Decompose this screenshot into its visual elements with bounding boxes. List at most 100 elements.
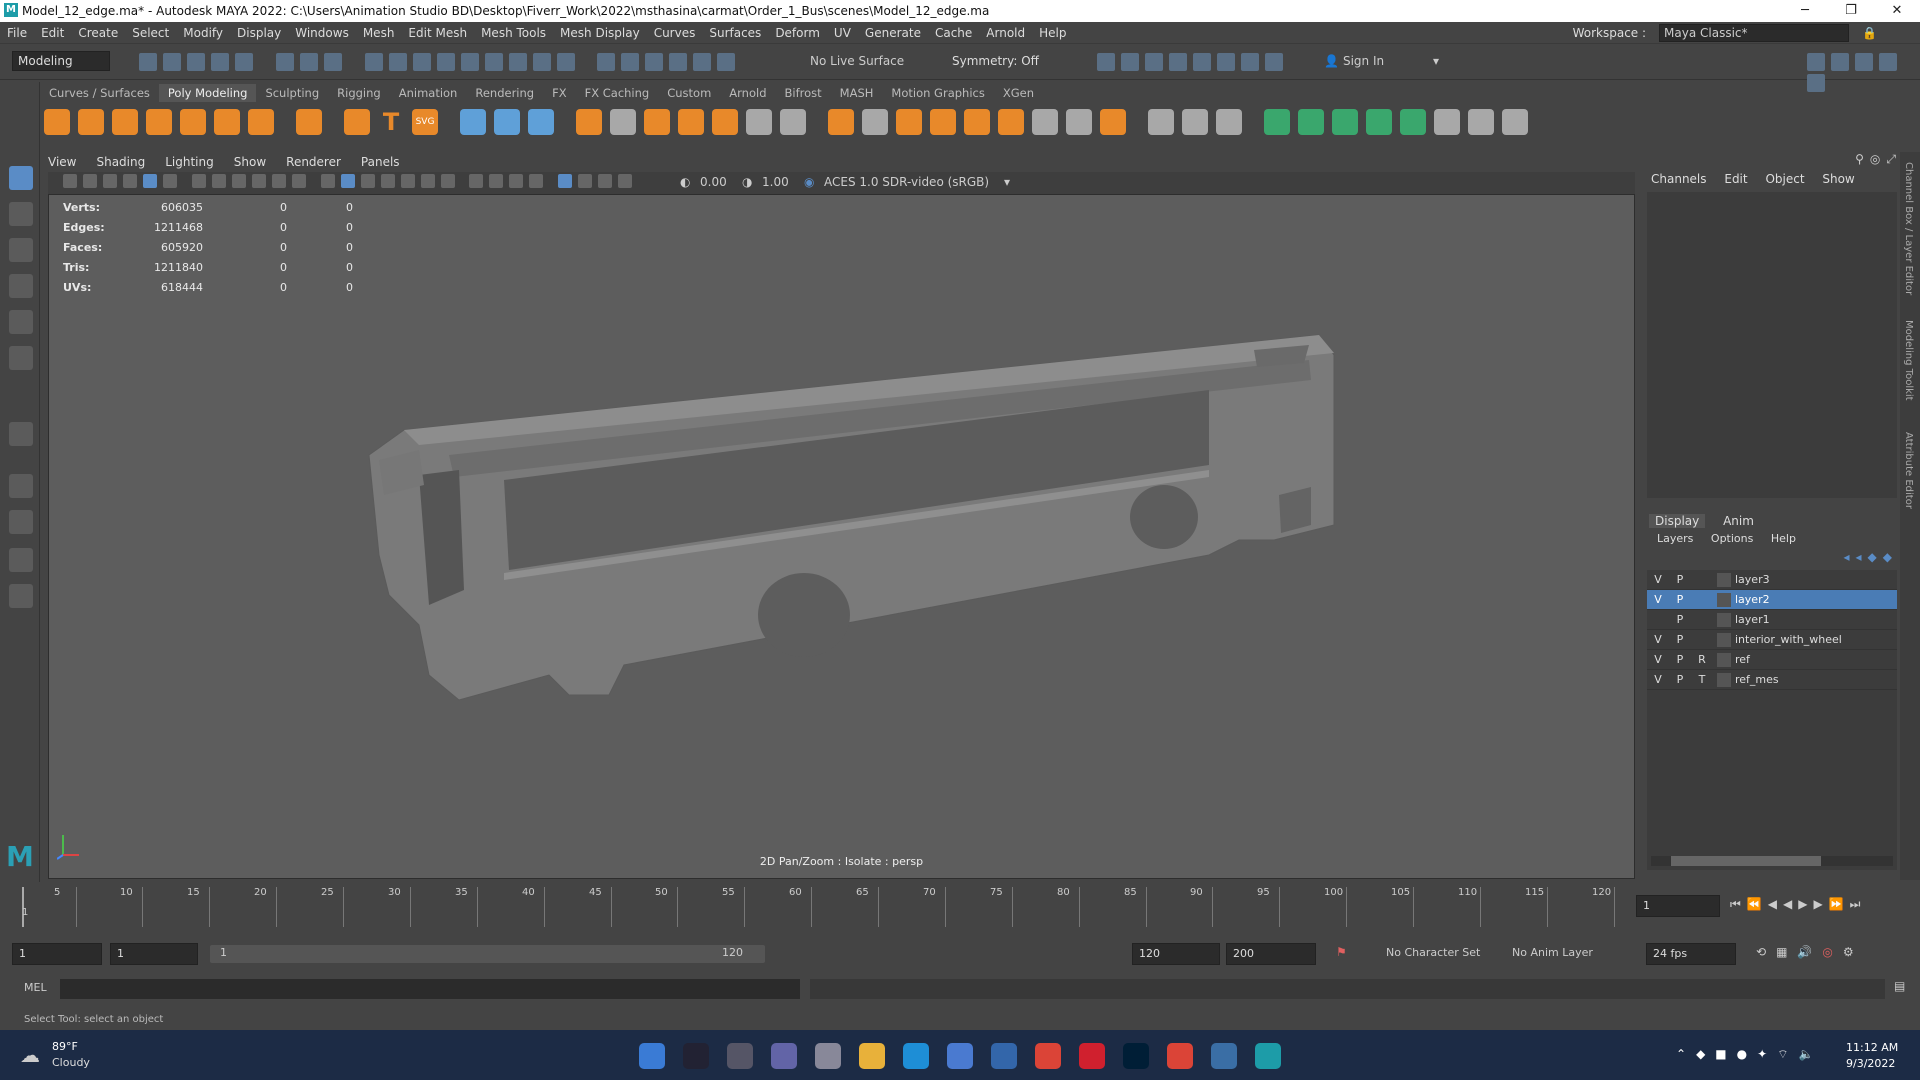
step-back-key-icon[interactable]: ⏪ — [1747, 897, 1762, 912]
live-surface-label[interactable]: No Live Surface — [810, 54, 904, 68]
step-back-frame-icon[interactable]: ◀︎ — [1768, 897, 1777, 912]
sign-in-button[interactable]: Sign In — [1343, 54, 1433, 68]
channel-box-icon-2[interactable]: ◎ — [1870, 152, 1880, 167]
app-icon[interactable] — [991, 1043, 1017, 1069]
depth-of-field-icon[interactable] — [529, 174, 544, 188]
auto-keyframe-icon[interactable]: ◎ — [1822, 945, 1832, 959]
close-button[interactable]: ✕ — [1874, 0, 1920, 22]
options-menu[interactable]: Options — [1711, 532, 1753, 545]
anim-tab[interactable]: Anim — [1723, 514, 1754, 528]
viewport-menu-view[interactable]: View — [48, 155, 76, 169]
point-snap-icon[interactable] — [528, 109, 554, 135]
fps-dropdown[interactable]: 24 fps — [1646, 943, 1736, 965]
motion-blur-icon[interactable] — [489, 174, 504, 188]
viewport-menu-renderer[interactable]: Renderer — [286, 155, 341, 169]
menu-edit-mesh[interactable]: Edit Mesh — [408, 26, 467, 40]
layer-scrollbar[interactable] — [1651, 856, 1893, 866]
camera-select-icon[interactable] — [63, 174, 77, 188]
viewport-menu-shading[interactable]: Shading — [96, 155, 145, 169]
uv-editor-icon[interactable] — [1264, 109, 1290, 135]
menu-file[interactable]: File — [7, 26, 27, 40]
shelf-tab-mash[interactable]: MASH — [831, 84, 883, 102]
play-backwards-icon[interactable]: ◀ — [1783, 897, 1792, 912]
playback-end-field[interactable]: 120 — [1132, 943, 1220, 965]
cache-playback-icon[interactable]: ▦ — [1776, 945, 1787, 959]
channel-box-icon-1[interactable]: ⚲ — [1855, 152, 1864, 167]
display-tab[interactable]: Display — [1649, 514, 1706, 528]
shelf-tab-fx-caching[interactable]: FX Caching — [576, 84, 659, 102]
workspace-dropdown[interactable]: Maya Classic* — [1659, 24, 1850, 42]
curve-snap-icon[interactable] — [717, 53, 736, 71]
extrude-icon[interactable] — [828, 109, 854, 135]
poly-disc-icon[interactable] — [248, 109, 274, 135]
microsoft-store-icon[interactable] — [947, 1043, 973, 1069]
last-tool-icon[interactable] — [9, 422, 33, 446]
default-material-icon[interactable] — [360, 174, 375, 188]
xray-icon[interactable] — [578, 174, 593, 188]
magnet-icon[interactable] — [693, 53, 712, 71]
select-by-hierarchy-icon[interactable] — [275, 53, 294, 71]
shelf-tab-rigging[interactable]: Rigging — [328, 84, 390, 102]
go-to-start-icon[interactable]: ⏮ — [1730, 897, 1741, 912]
highlight-selection-icon[interactable] — [556, 53, 575, 71]
photoshop-icon[interactable] — [1123, 1043, 1149, 1069]
menu-curves[interactable]: Curves — [654, 26, 696, 40]
menu-mesh[interactable]: Mesh — [363, 26, 395, 40]
bridge-icon[interactable] — [862, 109, 888, 135]
exposure-field[interactable]: 0.00 — [700, 175, 740, 189]
menu-display[interactable]: Display — [237, 26, 281, 40]
undo-icon[interactable] — [211, 53, 229, 71]
sculpt-icon[interactable] — [460, 109, 486, 135]
planar-map-icon[interactable] — [1298, 109, 1324, 135]
select-by-object-icon[interactable] — [299, 53, 318, 71]
mel-input[interactable] — [60, 979, 800, 999]
textured-icon[interactable] — [400, 174, 415, 188]
menu-windows[interactable]: Windows — [295, 26, 349, 40]
edit-menu[interactable]: Edit — [1724, 172, 1747, 186]
shelf-tab-sculpting[interactable]: Sculpting — [256, 84, 328, 102]
playback-start-field[interactable]: 1 — [110, 943, 198, 965]
script-editor-icon[interactable]: ▤ — [1894, 979, 1905, 993]
render-view-icon[interactable] — [1217, 53, 1235, 71]
super-shape-icon[interactable] — [344, 109, 370, 135]
image-plane-icon[interactable] — [123, 174, 137, 188]
select-tool-icon[interactable] — [9, 166, 33, 190]
paint-select-tool-icon[interactable] — [9, 238, 33, 262]
boolean-icon[interactable] — [678, 109, 704, 135]
separate-icon[interactable] — [610, 109, 636, 135]
lasso-select-icon[interactable] — [597, 53, 616, 71]
dropbox-icon[interactable]: ✦ — [1757, 1047, 1767, 1062]
unfold-icon[interactable] — [1366, 109, 1392, 135]
layer-color-swatch[interactable] — [1717, 652, 1731, 667]
wireframe-on-shaded-icon[interactable] — [380, 174, 395, 188]
menu-surfaces[interactable]: Surfaces — [709, 26, 761, 40]
detach-icon[interactable] — [1066, 109, 1092, 135]
outliner-view-icon[interactable] — [9, 584, 33, 608]
grease-pencil-icon[interactable] — [163, 174, 177, 188]
type-tool-icon[interactable]: T — [378, 109, 404, 135]
color-space-dropdown[interactable]: ACES 1.0 SDR-video (sRGB) — [824, 175, 1024, 189]
shelf-tab-poly-modeling[interactable]: Poly Modeling — [158, 84, 257, 102]
side-tab-modeling-toolkit[interactable]: Modeling Toolkit — [1903, 320, 1914, 401]
multi-cut-icon[interactable] — [1148, 109, 1174, 135]
layer-row[interactable]: V P Tref_mes — [1647, 670, 1897, 690]
select-by-component-icon[interactable] — [323, 53, 342, 71]
layer-row[interactable]: V Pinterior_with_wheel — [1647, 630, 1897, 650]
edge-loop-icon[interactable] — [1182, 109, 1208, 135]
resolution-gate-icon[interactable] — [231, 174, 246, 188]
soft-select-icon[interactable] — [494, 109, 520, 135]
tray-app-icon[interactable]: ◆ — [1696, 1047, 1705, 1062]
loop-icon[interactable]: ⟲ — [1756, 945, 1766, 959]
shadows-icon[interactable] — [440, 174, 455, 188]
move-layer-down-icon[interactable]: ◂ — [1856, 550, 1862, 564]
side-tab-attribute-editor[interactable]: Attribute Editor — [1903, 432, 1914, 509]
maximize-button[interactable]: ❐ — [1828, 0, 1874, 22]
single-view-icon[interactable] — [9, 474, 33, 498]
chevron-down-icon[interactable]: ▾ — [1433, 54, 1439, 68]
arnold-render-icon[interactable] — [1241, 53, 1259, 71]
help-menu[interactable]: Help — [1771, 532, 1796, 545]
lock-icon[interactable]: 🔒 — [1862, 26, 1877, 40]
mirror-icon[interactable] — [712, 109, 738, 135]
snap-point-icon[interactable] — [412, 53, 431, 71]
snap-curve-icon[interactable] — [388, 53, 407, 71]
